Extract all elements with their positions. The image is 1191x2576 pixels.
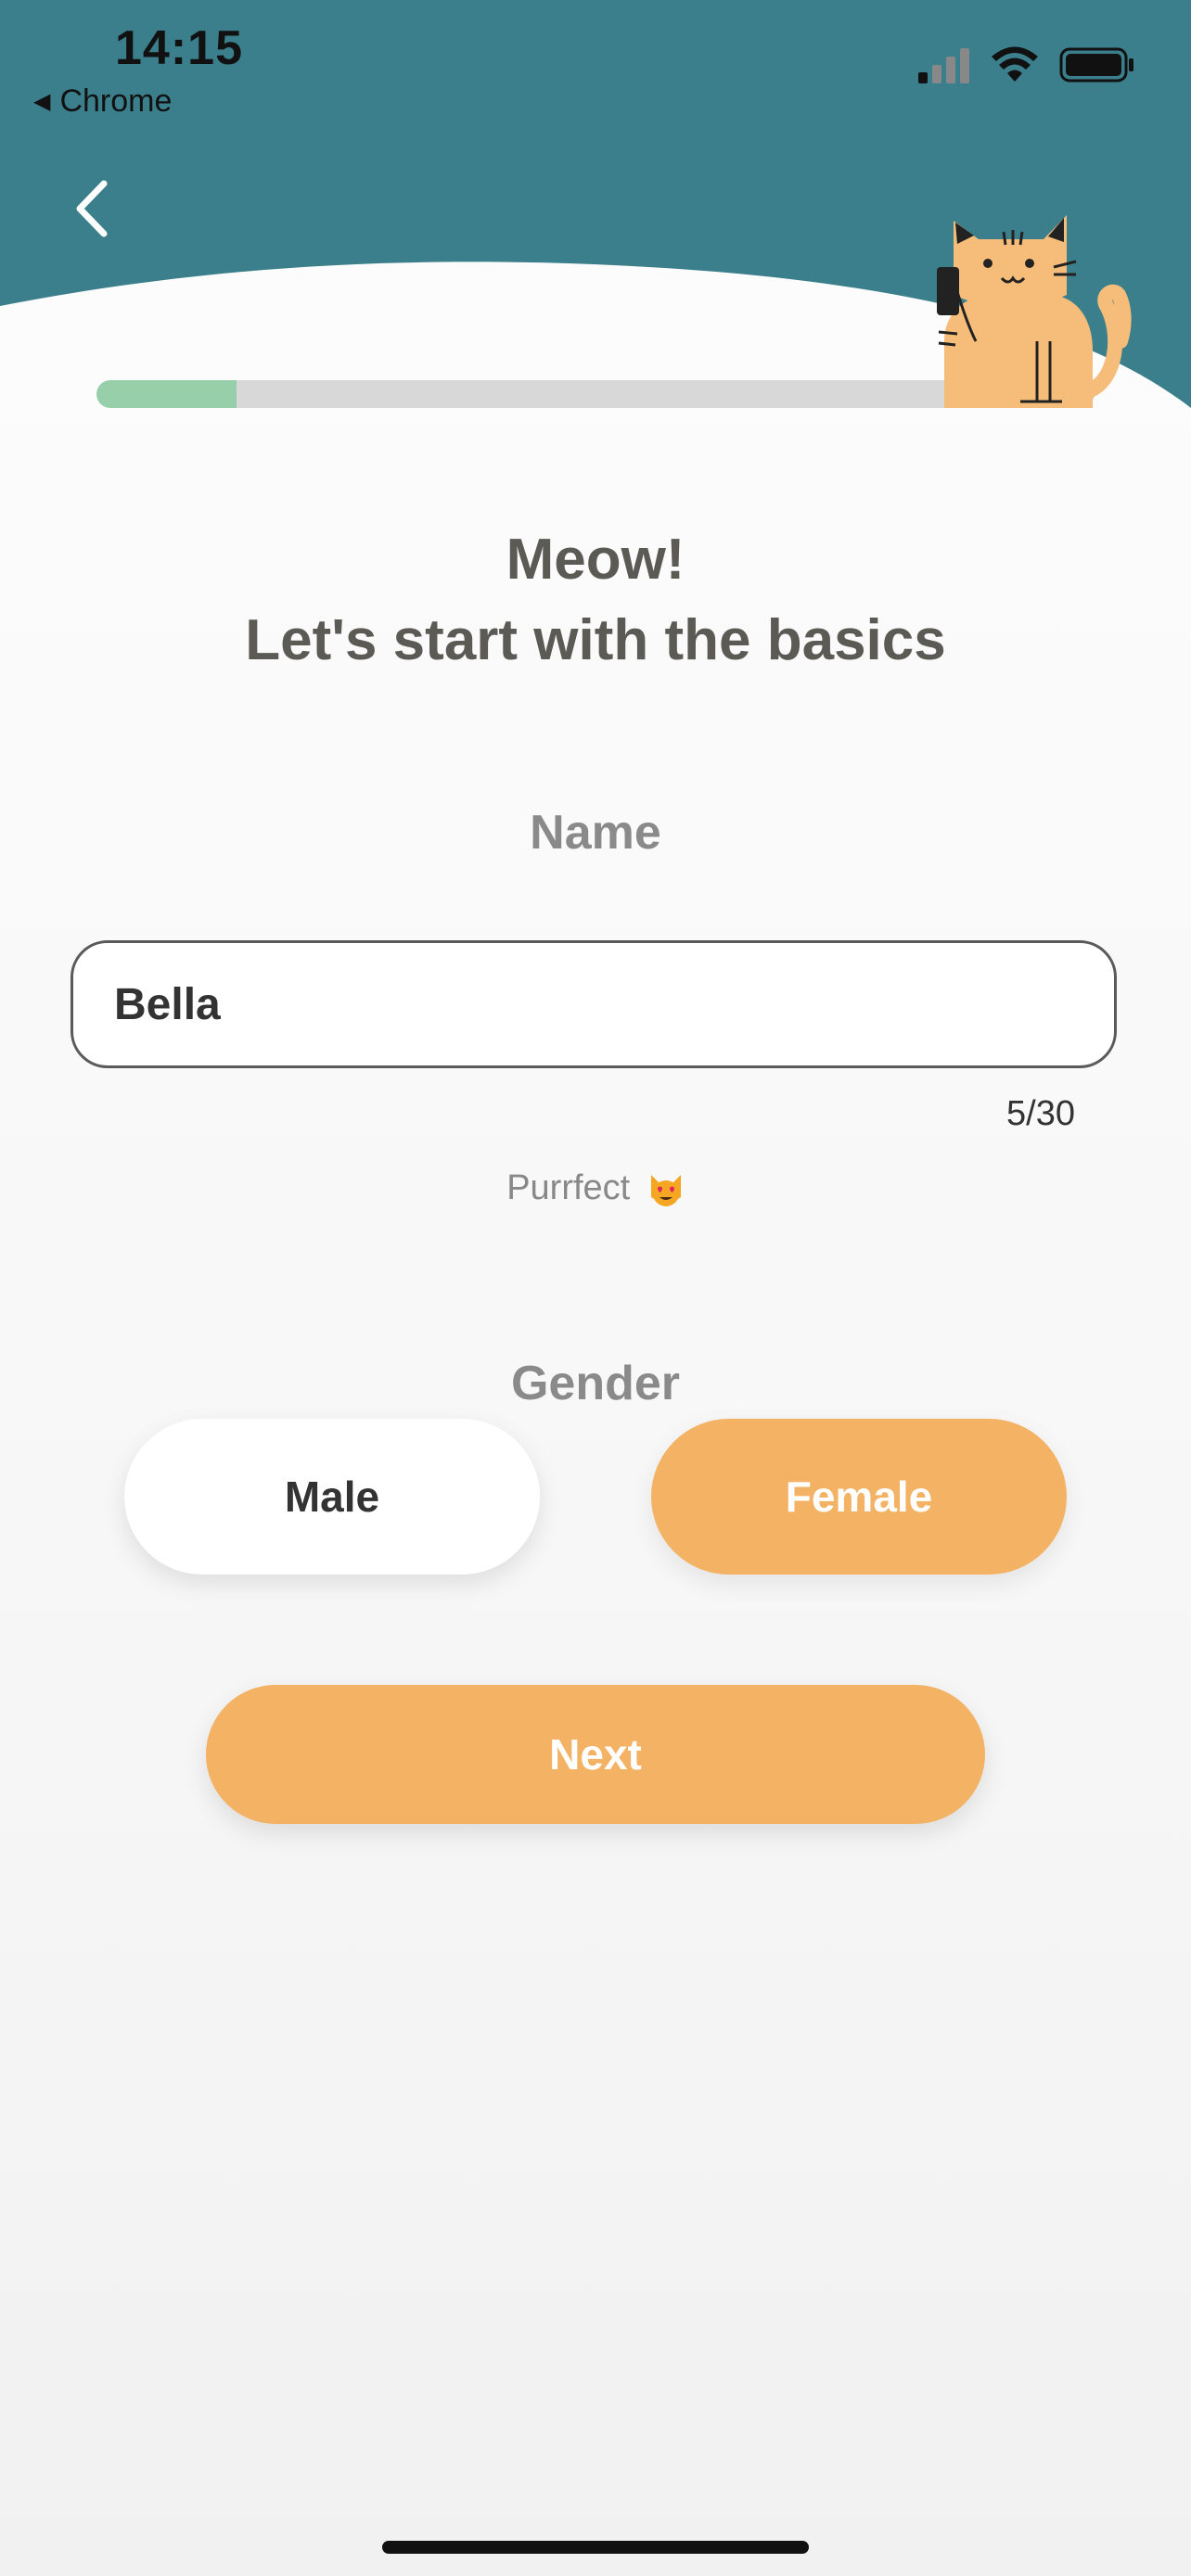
back-app-label: Chrome	[59, 83, 173, 119]
name-label: Name	[530, 806, 661, 860]
title-line-2: Let's start with the basics	[245, 608, 946, 672]
wifi-icon	[992, 46, 1038, 82]
character-counter: 5/30	[1006, 1094, 1075, 1133]
progress-fill	[96, 380, 237, 408]
home-indicator	[382, 2541, 809, 2554]
male-label: Male	[284, 1473, 380, 1521]
title-line-1: Meow!	[506, 528, 685, 592]
name-hint: Purrfect	[0, 1168, 1191, 1208]
triangle-left-icon: ◀	[33, 89, 51, 114]
gender-label: Gender	[510, 1357, 681, 1410]
name-input[interactable]: Bella	[70, 940, 1117, 1068]
signal-icon	[918, 48, 969, 83]
gender-male-button[interactable]: Male	[124, 1419, 540, 1575]
battery-icon	[1059, 47, 1133, 83]
status-time: 14:15	[115, 21, 243, 75]
next-button[interactable]: Next	[206, 1685, 985, 1824]
female-label: Female	[785, 1473, 933, 1521]
back-to-app[interactable]: ◀ Chrome	[33, 83, 172, 120]
cat-mascot-illustration	[937, 215, 1132, 408]
back-chevron-icon[interactable]	[65, 176, 121, 241]
name-input-value: Bella	[114, 979, 221, 1029]
name-hint-text: Purrfect	[506, 1168, 631, 1207]
heart-eyes-cat-emoji-icon	[650, 1174, 681, 1206]
next-label: Next	[549, 1730, 642, 1779]
status-icons	[916, 46, 1135, 83]
gender-female-button[interactable]: Female	[651, 1419, 1067, 1575]
